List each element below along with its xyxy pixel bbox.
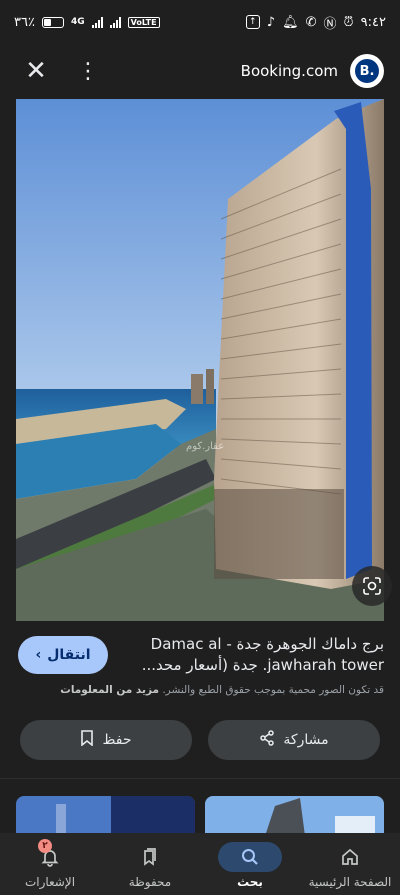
save-button[interactable]: حفظ <box>20 720 192 760</box>
share-button[interactable]: مشاركة <box>208 720 380 760</box>
chevron-left-icon: ‹ <box>35 647 42 663</box>
lens-icon <box>363 577 381 595</box>
whatsapp-icon: ✆ <box>305 14 317 30</box>
upload-icon: ↑ <box>245 15 260 29</box>
network-type: 4G <box>70 17 85 27</box>
notification-badge: ٢ <box>38 839 52 853</box>
save-button-label: حفظ <box>102 732 132 748</box>
clock-time: ٩:٤٢ <box>360 14 386 30</box>
close-icon: ✕ <box>25 56 47 86</box>
related-thumbnail-1 <box>16 796 195 836</box>
more-vert-icon: ⋮ <box>77 58 99 84</box>
volte-icon: VoLTE <box>127 16 160 28</box>
source-site-logo[interactable]: B. <box>350 54 384 88</box>
bottom-navigation: الصفحة الرئيسية بحث محفوظة ٢ الإشعارات <box>0 833 400 895</box>
bookmark-icon <box>80 730 94 750</box>
nav-search-label: بحث <box>237 875 263 889</box>
section-divider <box>0 778 400 779</box>
nav-search[interactable]: بحث <box>200 833 300 889</box>
more-options-button[interactable]: ⋮ <box>68 51 108 91</box>
status-right: ↑ ♪ 🔔︎ ✆ Ⓝ ⏰︎ ٩:٤٢ <box>245 13 386 32</box>
close-button[interactable]: ✕ <box>16 51 56 91</box>
related-image[interactable] <box>205 796 384 836</box>
search-icon <box>218 842 282 872</box>
tiktok-icon: ♪ <box>266 14 276 30</box>
battery-percent: ٣٦٪ <box>14 14 35 30</box>
signal-2-icon <box>109 16 121 28</box>
result-title[interactable]: برج داماك الجوهرة جدة - Damac al jawhara… <box>134 634 384 676</box>
booking-logo-icon: B. <box>355 59 379 83</box>
share-button-label: مشاركة <box>283 732 329 748</box>
nfc-icon: Ⓝ <box>323 16 337 32</box>
home-icon <box>318 842 382 872</box>
alarm-icon: ⏰︎ <box>343 14 354 30</box>
lens-search-button[interactable] <box>352 566 392 606</box>
related-image[interactable] <box>16 796 195 836</box>
title-line-2: jawharah tower. جدة (أسعار محد... <box>141 656 384 674</box>
more-info-link[interactable]: مزيد من المعلومات <box>60 684 159 696</box>
status-left: ٣٦٪ 4G VoLTE <box>14 15 160 30</box>
share-icon <box>259 730 275 750</box>
tower-photo: عقار.كوم <box>16 99 384 621</box>
notification-bell-icon: 🔔︎ <box>282 14 299 30</box>
related-thumbnail-2 <box>205 796 384 836</box>
source-site-name[interactable]: Booking.com <box>241 62 338 80</box>
nav-notifications-label: الإشعارات <box>24 875 76 889</box>
image-watermark: عقار.كوم <box>186 441 224 452</box>
nav-home[interactable]: الصفحة الرئيسية <box>300 833 400 889</box>
visit-button-label: انتقال <box>47 647 91 663</box>
signal-icon <box>91 16 103 28</box>
copyright-text: قد تكون الصور محمية بموجب حقوق الطبع وال… <box>162 684 384 696</box>
battery-icon <box>41 16 64 28</box>
result-image[interactable]: عقار.كوم <box>16 99 384 621</box>
status-bar: ٣٦٪ 4G VoLTE ↑ ♪ 🔔︎ ✆ Ⓝ ⏰︎ ٩:٤٢ <box>0 0 400 44</box>
viewer-top-bar: ✕ ⋮ Booking.com B. <box>0 44 400 98</box>
bookmarks-icon <box>118 842 182 872</box>
nav-home-label: الصفحة الرئيسية <box>308 875 392 889</box>
nav-notifications[interactable]: ٢ الإشعارات <box>0 833 100 889</box>
nav-saved[interactable]: محفوظة <box>100 833 200 889</box>
title-line-1: برج داماك الجوهرة جدة - Damac al <box>150 635 384 653</box>
visit-button[interactable]: ‹ انتقال <box>18 636 108 674</box>
nav-saved-label: محفوظة <box>128 875 172 889</box>
copyright-notice: قد تكون الصور محمية بموجب حقوق الطبع وال… <box>14 684 384 696</box>
